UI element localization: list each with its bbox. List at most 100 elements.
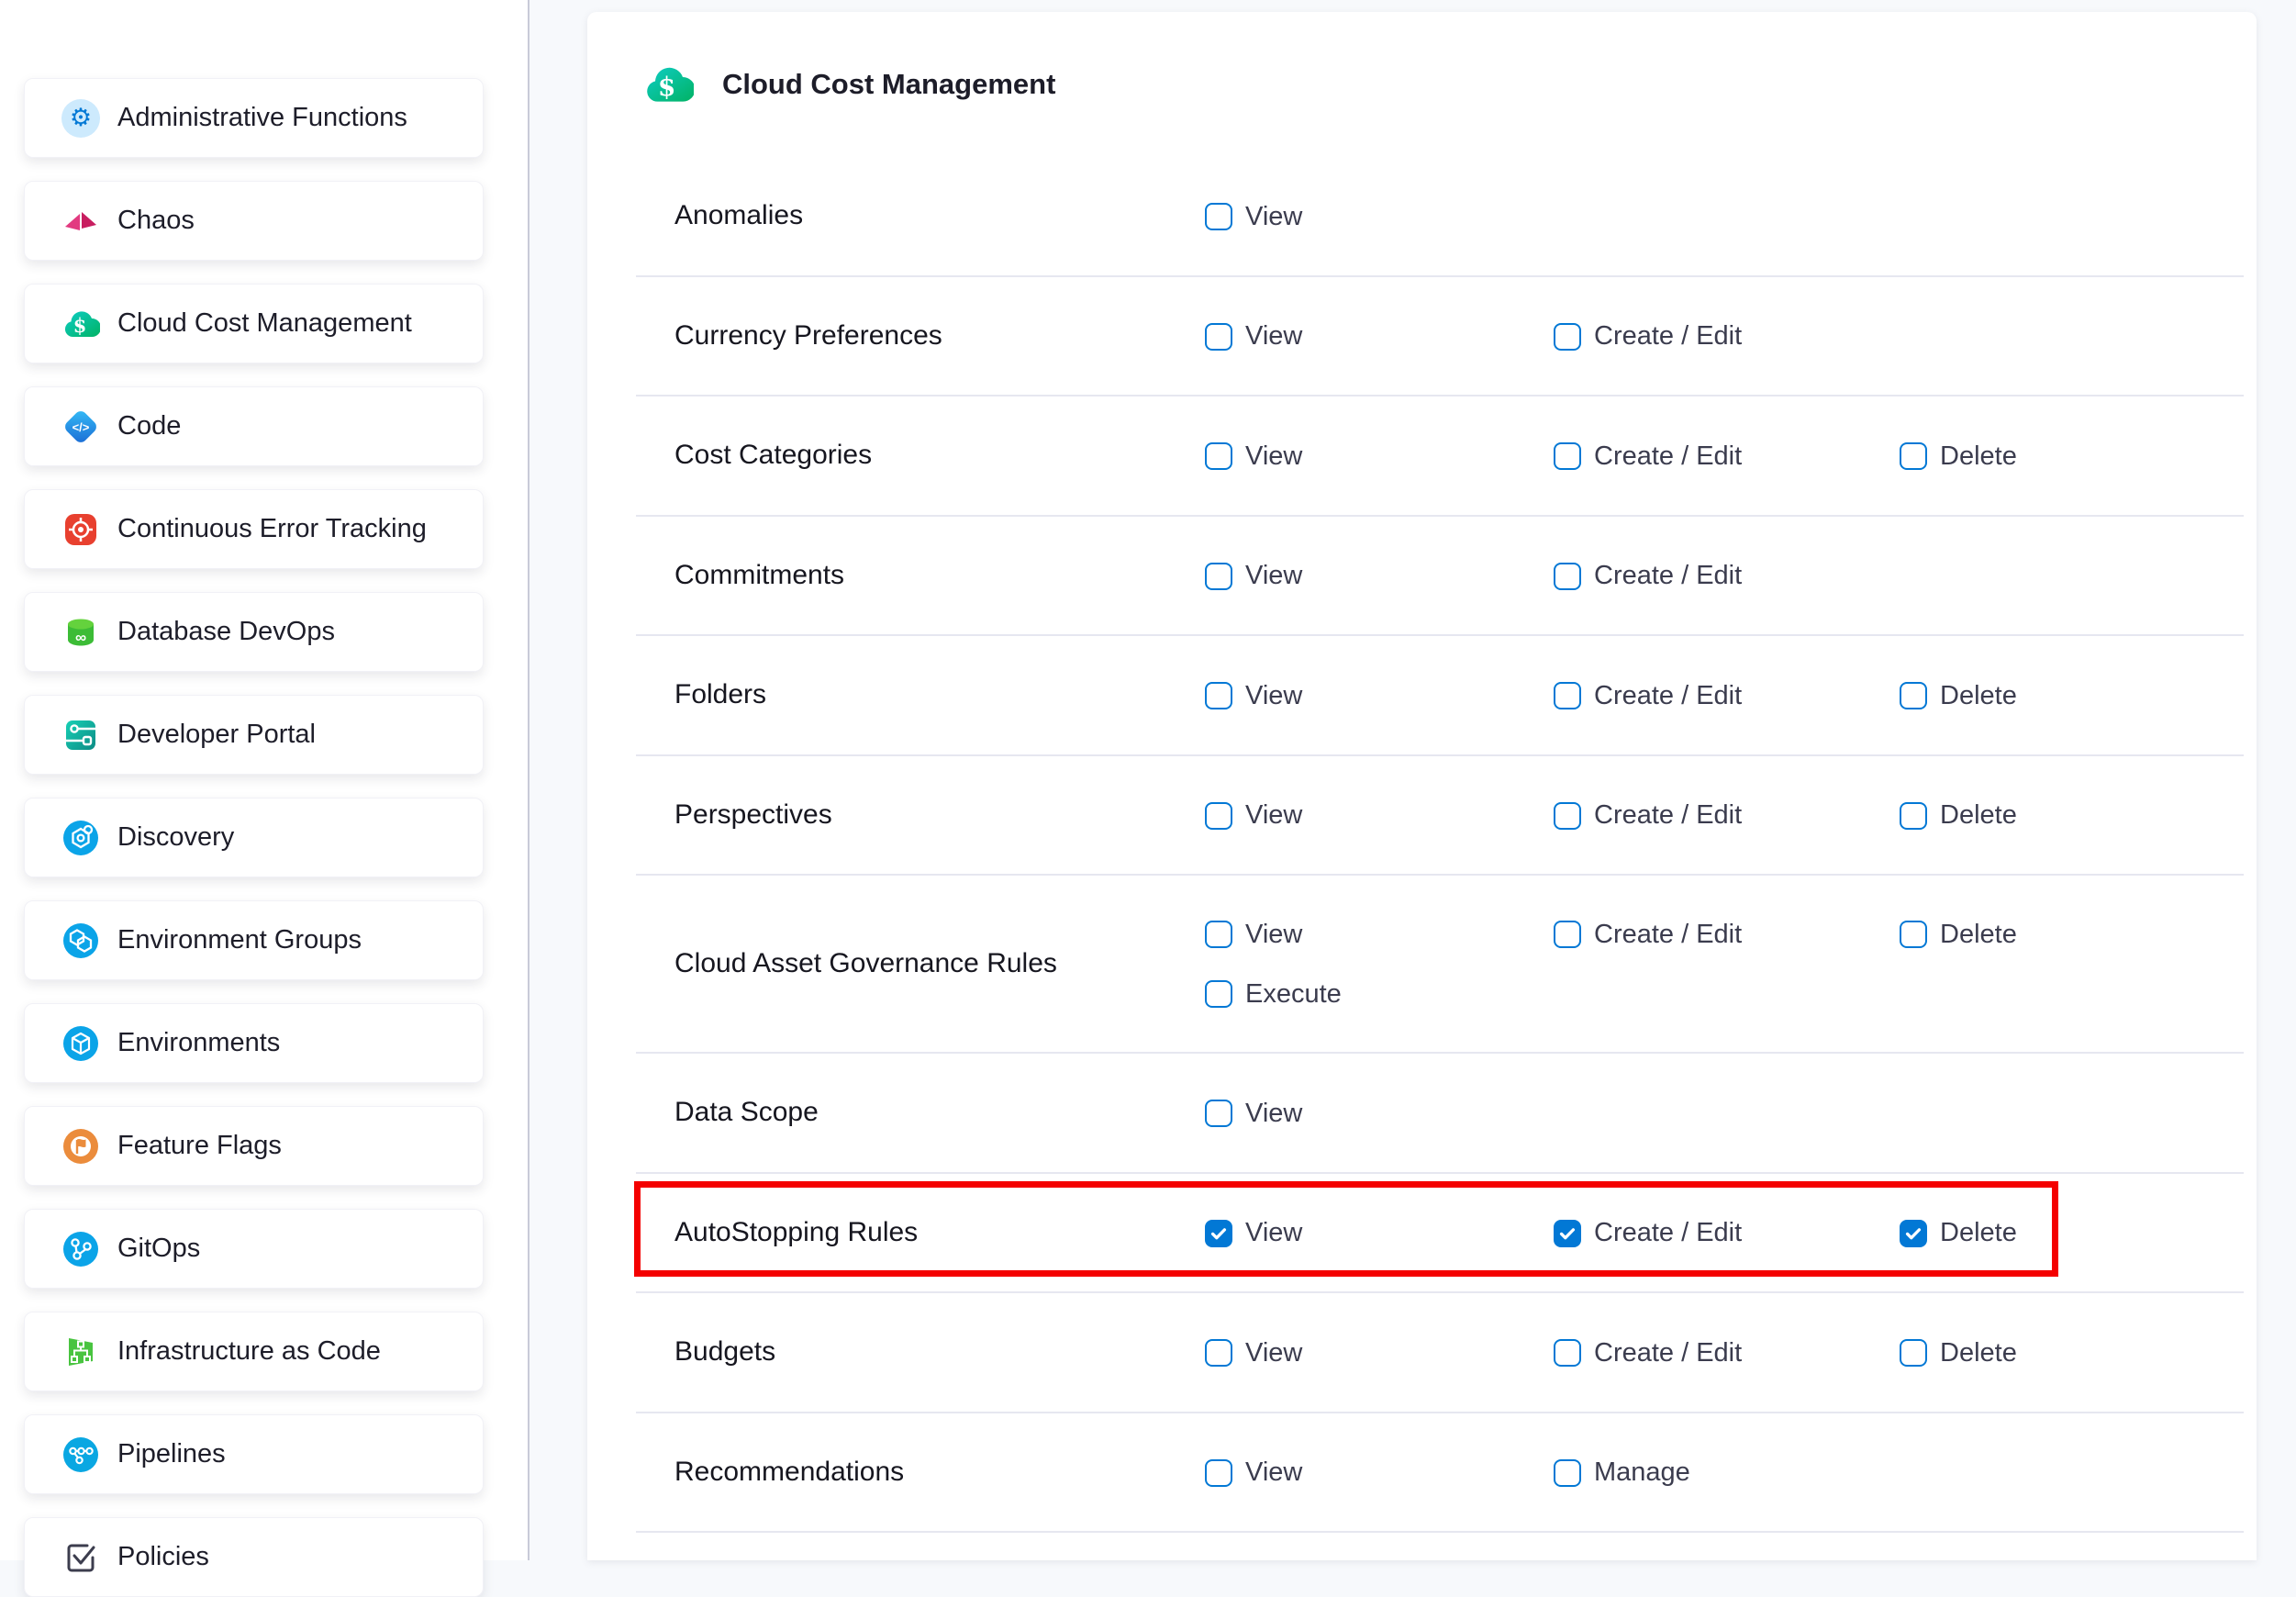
database-icon: ∞ bbox=[61, 613, 100, 652]
git-branch-icon bbox=[61, 1230, 100, 1268]
sidebar-item-feature-flags[interactable]: Feature Flags bbox=[24, 1106, 484, 1186]
permission-row-recommendations: RecommendationsViewManage bbox=[636, 1413, 2244, 1534]
checkbox-recommendations-view[interactable] bbox=[1205, 1459, 1232, 1487]
sidebar-item-administrative-functions[interactable]: ⚙Administrative Functions bbox=[24, 78, 484, 158]
sidebar-item-label: Chaos bbox=[117, 206, 195, 236]
svg-text:</>: </> bbox=[72, 420, 90, 434]
permission-cell: Create / Edit bbox=[1554, 921, 1742, 948]
gear-icon: ⚙ bbox=[61, 99, 100, 138]
code-icon: </> bbox=[61, 408, 100, 446]
checkbox-anomalies-view[interactable] bbox=[1205, 203, 1232, 230]
permission-label: Delete bbox=[1940, 441, 2017, 472]
sidebar-item-developer-portal[interactable]: Developer Portal bbox=[24, 695, 484, 775]
sidebar-item-label: Environment Groups bbox=[117, 925, 362, 955]
permission-label: Create / Edit bbox=[1594, 800, 1742, 831]
permissions-panel: $ Cloud Cost Management AnomaliesViewCur… bbox=[587, 12, 2257, 1560]
sidebar-item-environments[interactable]: Environments bbox=[24, 1003, 484, 1083]
cloud-dollar-icon: $ bbox=[61, 305, 100, 343]
permission-label: Delete bbox=[1940, 1338, 2017, 1368]
permission-cell: Create / Edit bbox=[1554, 442, 1742, 470]
sidebar-item-label: Developer Portal bbox=[117, 720, 316, 750]
checkbox-autostopping-rules-view[interactable] bbox=[1205, 1220, 1232, 1247]
checkbox-cloud-asset-governance-rules-execute[interactable] bbox=[1205, 980, 1232, 1008]
permission-label: Delete bbox=[1940, 920, 2017, 950]
permission-cell: Create / Edit bbox=[1554, 802, 1742, 830]
checkbox-currency-preferences-view[interactable] bbox=[1205, 323, 1232, 351]
checkbox-budgets-delete[interactable] bbox=[1900, 1339, 1927, 1367]
checkbox-perspectives-view[interactable] bbox=[1205, 802, 1232, 830]
permission-cell: Delete bbox=[1900, 802, 2017, 830]
checkbox-recommendations-manage[interactable] bbox=[1554, 1459, 1581, 1487]
checkbox-budgets-view[interactable] bbox=[1205, 1339, 1232, 1367]
permission-label: View bbox=[1245, 1338, 1302, 1368]
sidebar-item-label: Infrastructure as Code bbox=[117, 1336, 381, 1367]
checkbox-cost-categories-create-edit[interactable] bbox=[1554, 442, 1581, 470]
permission-row-commitments: CommitmentsViewCreate / Edit bbox=[636, 517, 2244, 637]
permission-cell: Delete bbox=[1900, 1339, 2017, 1367]
sidebar-item-continuous-error-tracking[interactable]: Continuous Error Tracking bbox=[24, 489, 484, 569]
permission-label: View bbox=[1245, 920, 1302, 950]
checkbox-data-scope-view[interactable] bbox=[1205, 1100, 1232, 1127]
checkbox-cost-categories-view[interactable] bbox=[1205, 442, 1232, 470]
checkbox-cloud-asset-governance-rules-create-edit[interactable] bbox=[1554, 921, 1581, 948]
resource-label: Commitments bbox=[674, 517, 844, 635]
sidebar-item-label: Pipelines bbox=[117, 1439, 226, 1469]
permission-label: Create / Edit bbox=[1594, 321, 1742, 352]
permission-label: Create / Edit bbox=[1594, 1338, 1742, 1368]
permission-label: Create / Edit bbox=[1594, 1218, 1742, 1248]
checkbox-budgets-create-edit[interactable] bbox=[1554, 1339, 1581, 1367]
checkbox-commitments-create-edit[interactable] bbox=[1554, 563, 1581, 590]
checkbox-cloud-asset-governance-rules-delete[interactable] bbox=[1900, 921, 1927, 948]
checkbox-currency-preferences-create-edit[interactable] bbox=[1554, 323, 1581, 351]
permission-label: View bbox=[1245, 1099, 1302, 1129]
sidebar-item-database-devops[interactable]: ∞Database DevOps bbox=[24, 592, 484, 672]
permission-cell: Create / Edit bbox=[1554, 682, 1742, 709]
resource-label: Cost Categories bbox=[674, 396, 872, 515]
sidebar-item-policies[interactable]: Policies bbox=[24, 1517, 484, 1597]
permission-cell: View bbox=[1205, 563, 1302, 590]
sidebar-list: ⚙Administrative Functions Chaos $Cloud Cos… bbox=[0, 78, 528, 1597]
sidebar-item-discovery[interactable]: Discovery bbox=[24, 798, 484, 877]
permission-row-cost-categories: Cost Categories View Create / Edit Delete bbox=[636, 396, 2244, 517]
resource-label: Data Scope bbox=[674, 1054, 819, 1172]
permission-cell: View bbox=[1205, 442, 1302, 470]
sidebar-item-cloud-cost-management[interactable]: $Cloud Cost Management bbox=[24, 284, 484, 363]
permission-cell: View bbox=[1205, 1459, 1302, 1487]
permission-cell: Manage bbox=[1554, 1459, 1690, 1487]
sidebar-item-label: Discovery bbox=[117, 822, 234, 853]
sidebar-item-label: Policies bbox=[117, 1542, 209, 1572]
permission-cell: View bbox=[1205, 682, 1302, 709]
resource-label: AutoStopping Rules bbox=[674, 1174, 918, 1292]
permission-label: Delete bbox=[1940, 681, 2017, 711]
permission-cell: View bbox=[1205, 323, 1302, 351]
permission-cell: View bbox=[1205, 1100, 1302, 1127]
checkbox-perspectives-create-edit[interactable] bbox=[1554, 802, 1581, 830]
checkbox-folders-view[interactable] bbox=[1205, 682, 1232, 709]
sidebar-item-pipelines[interactable]: Pipelines bbox=[24, 1414, 484, 1494]
checkbox-perspectives-delete[interactable] bbox=[1900, 802, 1927, 830]
sidebar-item-chaos[interactable]: Chaos bbox=[24, 181, 484, 261]
sidebar-item-gitops[interactable]: GitOps bbox=[24, 1209, 484, 1289]
checkbox-folders-delete[interactable] bbox=[1900, 682, 1927, 709]
permission-label: Manage bbox=[1594, 1457, 1690, 1488]
permission-row-budgets: Budgets View Create / Edit Delete bbox=[636, 1293, 2244, 1413]
sidebar-item-label: Feature Flags bbox=[117, 1131, 282, 1161]
checkbox-cloud-asset-governance-rules-view[interactable] bbox=[1205, 921, 1232, 948]
sidebar-item-code[interactable]: </>Code bbox=[24, 386, 484, 466]
resource-label: Budgets bbox=[674, 1293, 775, 1412]
checkbox-autostopping-rules-create-edit[interactable] bbox=[1554, 1220, 1581, 1247]
checkbox-folders-create-edit[interactable] bbox=[1554, 682, 1581, 709]
permission-label: View bbox=[1245, 321, 1302, 352]
sidebar-item-label: GitOps bbox=[117, 1234, 200, 1264]
checkbox-cost-categories-delete[interactable] bbox=[1900, 442, 1927, 470]
checkbox-commitments-view[interactable] bbox=[1205, 563, 1232, 590]
checkbox-autostopping-rules-delete[interactable] bbox=[1900, 1220, 1927, 1247]
flag-icon bbox=[61, 1127, 100, 1166]
permission-cell: View bbox=[1205, 1220, 1302, 1247]
permission-label: View bbox=[1245, 1457, 1302, 1488]
sidebar-item-infrastructure-as-code[interactable]: Infrastructure as Code bbox=[24, 1312, 484, 1391]
cube-icon bbox=[61, 1024, 100, 1063]
sidebar-item-environment-groups[interactable]: Environment Groups bbox=[24, 900, 484, 980]
permission-label: Delete bbox=[1940, 1218, 2017, 1248]
permission-label: View bbox=[1245, 561, 1302, 591]
